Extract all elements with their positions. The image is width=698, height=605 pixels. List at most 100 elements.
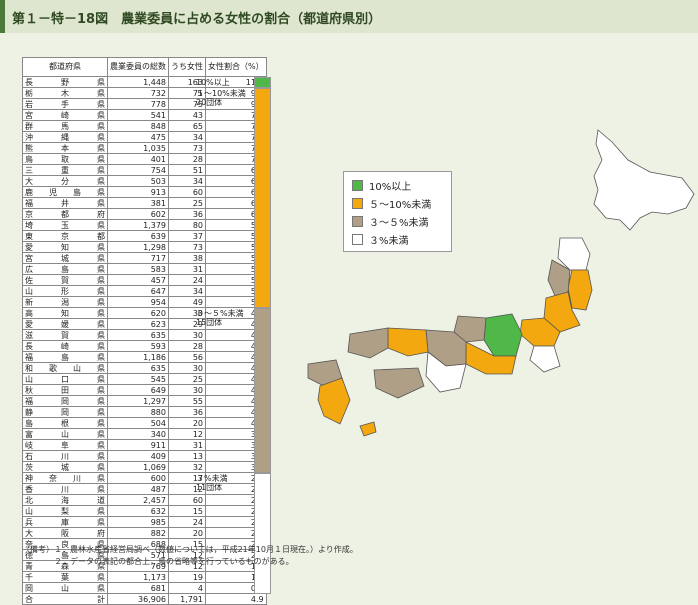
map-tohoku-east [567, 269, 593, 311]
total-cell-total: 36,906 [107, 593, 169, 605]
table-row: 山形県647345.3 [22, 285, 267, 297]
group-note-line: ３%未満 [196, 473, 228, 483]
table-row: 宮城県717385.3 [22, 252, 267, 264]
cell-total: 732 [107, 87, 169, 99]
group-note-line: 10%以上 [196, 77, 230, 87]
cell-female: 49 [168, 296, 206, 308]
cell-female: 51 [168, 164, 206, 176]
cell-female: 30 [168, 384, 206, 396]
group-bar-4 [254, 472, 271, 594]
cell-prefecture: 新潟県 [22, 296, 108, 308]
group-note-line: ５～10%未満 [196, 88, 246, 98]
cell-prefecture: 長崎県 [22, 340, 108, 352]
cell-female: 73 [168, 142, 206, 154]
cell-prefecture: 三重県 [22, 164, 108, 176]
cell-prefecture: 福井県 [22, 197, 108, 209]
cell-female: 30 [168, 362, 206, 374]
table-row: 福井県381256.6 [22, 197, 267, 209]
cell-total: 882 [107, 527, 169, 539]
cell-prefecture: 岡山県 [22, 582, 108, 594]
cell-prefecture: 鹿児島県 [22, 186, 108, 198]
cell-prefecture: 山形県 [22, 285, 108, 297]
total-cell-ratio: 4.9 [205, 593, 267, 605]
table-row: 埼玉県1,379805.8 [22, 219, 267, 231]
table-row: 千葉県1,173191.6 [22, 571, 267, 583]
cell-female: 25 [168, 197, 206, 209]
map-chubu-center [483, 313, 523, 357]
cell-total: 954 [107, 296, 169, 308]
japan-map [307, 129, 695, 437]
cell-female: 55 [168, 395, 206, 407]
cell-total: 754 [107, 164, 169, 176]
cell-female: 24 [168, 516, 206, 528]
cell-total: 1,035 [107, 142, 169, 154]
group-bar-2 [254, 87, 271, 308]
group-note-line: ３～５%未満 [196, 308, 244, 318]
cell-total: 2,457 [107, 494, 169, 506]
cell-female: 34 [168, 285, 206, 297]
cell-total: 1,298 [107, 241, 169, 253]
footnote-1: （備考）１．農林水産省経営局調べ（数値については，平成21年10月１日現在。）よ… [22, 545, 358, 554]
cell-female: 36 [168, 208, 206, 220]
cell-prefecture: 岐阜県 [22, 439, 108, 451]
cell-prefecture: 山梨県 [22, 505, 108, 517]
cell-total: 649 [107, 384, 169, 396]
cell-total: 1,186 [107, 351, 169, 363]
cell-total: 1,448 [107, 76, 169, 88]
cell-prefecture: 滋賀県 [22, 329, 108, 341]
cell-female: 36 [168, 406, 206, 418]
map-okinawa [359, 421, 377, 437]
col-header-ratio: 女性割合（%） [205, 57, 267, 77]
cell-female: 15 [168, 505, 206, 517]
cell-total: 475 [107, 131, 169, 143]
cell-prefecture: 愛知県 [22, 241, 108, 253]
cell-prefecture: 宮崎県 [22, 109, 108, 121]
cell-prefecture: 茨城県 [22, 461, 108, 473]
cell-female: 30 [168, 329, 206, 341]
cell-total: 401 [107, 153, 169, 165]
table-row: 岐阜県911313.4 [22, 439, 267, 451]
table-body: 長野県1,44816311.3栃木県732719.7岩手県778759.6宮崎県… [22, 76, 267, 605]
cell-total: 911 [107, 439, 169, 451]
cell-prefecture: 福島県 [22, 351, 108, 363]
table-row: 東京都639375.8 [22, 230, 267, 242]
cell-total: 504 [107, 417, 169, 429]
cell-female: 60 [168, 186, 206, 198]
table-row: 香川県487122.5 [22, 483, 267, 495]
table-row: 愛知県1,298735.6 [22, 241, 267, 253]
cell-female: 73 [168, 241, 206, 253]
footnote-2: ２．データの表記の都合上，島の省略等を行っているものがある。 [22, 557, 294, 566]
cell-total: 340 [107, 428, 169, 440]
table-row: 鹿児島県913606.6 [22, 186, 267, 198]
cell-total: 778 [107, 98, 169, 110]
group-note-4: ３%未満 11団体 [196, 474, 228, 492]
header-accent [0, 0, 5, 33]
cell-female: 28 [168, 340, 206, 352]
cell-female: 31 [168, 263, 206, 275]
map-tohoku-north [557, 237, 591, 271]
table-row: 北海道2,457602.4 [22, 494, 267, 506]
cell-female: 20 [168, 527, 206, 539]
group-note-line: 15団体 [196, 317, 223, 327]
cell-prefecture: 秋田県 [22, 384, 108, 396]
cell-female: 60 [168, 494, 206, 506]
table-row: 大分県503346.8 [22, 175, 267, 187]
cell-total: 635 [107, 362, 169, 374]
cell-prefecture: 静岡県 [22, 406, 108, 418]
cell-prefecture: 京都府 [22, 208, 108, 220]
cell-prefecture: 和歌山県 [22, 362, 108, 374]
cell-prefecture: 東京都 [22, 230, 108, 242]
table-row: 島根県504204.0 [22, 417, 267, 429]
total-cell-female: 1,791 [168, 593, 206, 605]
table-row: 沖縄県475347.2 [22, 131, 267, 143]
group-note-1: 10%以上 [196, 78, 230, 87]
data-table: 都道府県 農業委員の総数 うち女性 女性割合（%） 長野県1,44816311.… [22, 57, 267, 605]
cell-prefecture: 鳥取県 [22, 153, 108, 165]
group-note-2: ５～10%未満 20団体 [196, 89, 246, 107]
cell-prefecture: 大阪府 [22, 527, 108, 539]
table-row: 山梨県632152.4 [22, 505, 267, 517]
table-row: 長崎県593284.7 [22, 340, 267, 352]
map-chugoku-west [347, 327, 389, 359]
table-row: 石川県409133.2 [22, 450, 267, 462]
table-row: 京都府602366.0 [22, 208, 267, 220]
